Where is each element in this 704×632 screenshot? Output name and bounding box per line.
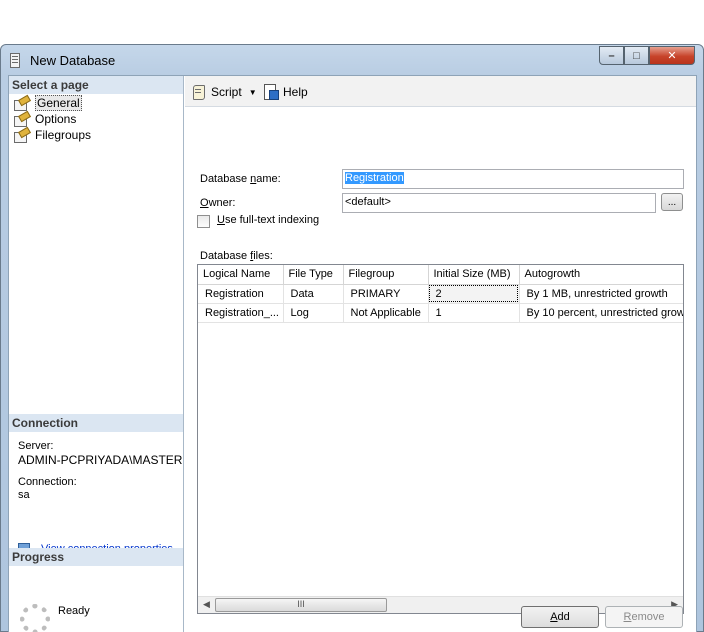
connection-label: Connection: (18, 476, 77, 488)
left-pane: Select a page General Options Filegroups… (9, 76, 184, 632)
cell-autogrowth[interactable]: By 1 MB, unrestricted growth (519, 284, 683, 304)
connection-value: sa (18, 489, 30, 501)
maximize-button[interactable]: □ (624, 46, 649, 65)
cell-initial-size[interactable]: 1 (428, 303, 520, 323)
column-header-filegroup[interactable]: Filegroup (343, 265, 429, 285)
progress-spinner-icon (20, 604, 50, 632)
scrollbar-thumb[interactable]: III (215, 598, 387, 612)
cell-logical-name[interactable]: Registration_... (198, 303, 284, 323)
cell-initial-size[interactable]: 2 (428, 284, 520, 304)
page-filegroups[interactable]: Filegroups (14, 127, 91, 143)
database-name-input[interactable]: Registration (342, 169, 684, 189)
cell-filegroup[interactable]: PRIMARY (343, 284, 429, 304)
help-icon (263, 84, 279, 100)
cell-file-type[interactable]: Log (283, 303, 344, 323)
dialog-client-area: Select a page General Options Filegroups… (8, 75, 697, 632)
page-filegroups-label: Filegroups (35, 128, 92, 142)
progress-header: Progress (9, 548, 183, 566)
remove-button[interactable]: Remove (605, 606, 683, 628)
table-row[interactable]: Registration_... Log Not Applicable 1 By… (198, 303, 683, 323)
server-value: ADMIN-PCPRIYADA\MASTER (18, 453, 183, 467)
toolbar: Script ▼ Help (185, 76, 696, 107)
cell-logical-name[interactable]: Registration (198, 284, 284, 304)
cell-autogrowth[interactable]: By 10 percent, unrestricted growth (519, 303, 683, 323)
caption-buttons: – □ ✕ (599, 46, 695, 65)
scroll-left-icon[interactable]: ◀ (203, 599, 210, 610)
document-icon (10, 53, 20, 68)
script-label: Script (211, 85, 242, 99)
select-page-header: Select a page (9, 76, 183, 94)
owner-input[interactable]: <default> (342, 193, 656, 213)
cell-file-type[interactable]: Data (283, 284, 344, 304)
page-icon (14, 129, 29, 143)
owner-label: Owner: (200, 197, 236, 209)
window-title: New Database (30, 53, 116, 68)
help-label: Help (283, 85, 308, 99)
column-header-logical-name[interactable]: Logical Name (198, 265, 284, 285)
add-button[interactable]: Add (521, 606, 599, 628)
script-button[interactable]: Script ▼ (191, 84, 257, 100)
database-name-label: Database name: (200, 173, 281, 185)
column-header-initial-size[interactable]: Initial Size (MB) (428, 265, 520, 285)
table-row[interactable]: Registration Data PRIMARY 2 By 1 MB, unr… (198, 284, 683, 304)
browse-owner-button[interactable]: ... (661, 193, 683, 211)
page-general-label: General (35, 95, 82, 111)
cell-filegroup[interactable]: Not Applicable (343, 303, 429, 323)
title-bar[interactable]: New Database – □ ✕ (1, 45, 703, 75)
page-options-label: Options (35, 112, 77, 126)
server-label: Server: (18, 440, 54, 452)
progress-status: Ready (58, 605, 90, 617)
grid-header-row: Logical Name File Type Filegroup Initial… (198, 265, 683, 285)
general-page-content: Database name: Registration Owner: <defa… (185, 108, 696, 632)
minimize-button[interactable]: – (599, 46, 624, 65)
database-name-value: Registration (345, 172, 404, 184)
chevron-down-icon[interactable]: ▼ (249, 88, 257, 97)
database-files-label: Database files: (200, 250, 273, 262)
connection-header: Connection (9, 414, 183, 432)
column-header-autogrowth[interactable]: Autogrowth (519, 265, 683, 285)
fulltext-indexing-label[interactable]: Use full-text indexing (217, 214, 319, 226)
page-icon (14, 97, 29, 111)
page-icon (14, 113, 29, 127)
close-button[interactable]: ✕ (649, 46, 695, 65)
owner-value: <default> (345, 196, 391, 208)
column-header-file-type[interactable]: File Type (283, 265, 344, 285)
new-database-window: New Database – □ ✕ Select a page General… (0, 44, 704, 632)
page-options[interactable]: Options (14, 111, 76, 127)
page-general[interactable]: General (14, 95, 82, 111)
database-files-grid[interactable]: Logical Name File Type Filegroup Initial… (197, 264, 684, 614)
fulltext-indexing-checkbox[interactable] (197, 215, 210, 228)
script-icon (191, 84, 207, 100)
help-button[interactable]: Help (263, 84, 308, 100)
